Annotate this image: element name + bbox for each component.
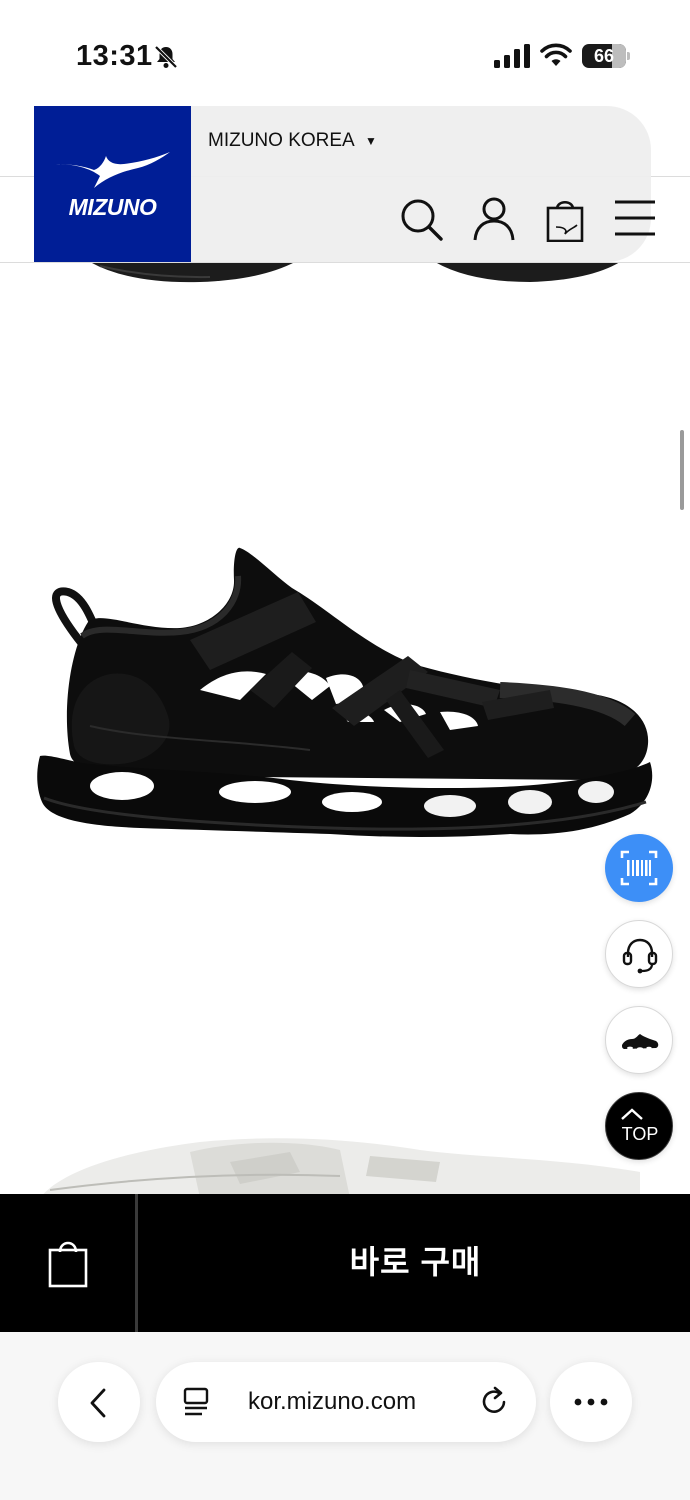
signal-icon <box>494 44 530 68</box>
recent-product-button[interactable] <box>605 1006 673 1074</box>
barcode-scan-icon <box>620 850 658 886</box>
mizuno-logo[interactable]: MIZUNO <box>34 106 191 262</box>
wifi-icon <box>540 43 572 66</box>
recent-product-icon <box>622 1034 659 1050</box>
search-icon[interactable] <box>399 196 443 242</box>
account-icon[interactable] <box>472 196 516 242</box>
product-image-black-shoe[interactable] <box>30 540 660 850</box>
battery-icon: 66 <box>582 44 630 68</box>
region-caret-icon[interactable]: ▼ <box>365 134 377 148</box>
bell-slash-icon <box>154 45 178 69</box>
battery-level: 66 <box>593 46 615 66</box>
top-label: TOP <box>621 1124 659 1144</box>
reader-icon[interactable] <box>182 1387 210 1417</box>
customer-support-button[interactable] <box>605 920 673 988</box>
scroll-indicator[interactable] <box>680 430 684 510</box>
shopping-bag-icon[interactable] <box>543 196 587 242</box>
url-text[interactable]: kor.mizuno.com <box>248 1362 416 1442</box>
site-header: MIZUNO MIZUNO KOREA ▼ <box>0 106 690 264</box>
purchase-bar: 바로 구매 <box>0 1194 690 1332</box>
back-button[interactable] <box>58 1362 140 1442</box>
buy-now-button[interactable]: 바로 구매 <box>141 1194 690 1332</box>
menu-icon[interactable] <box>613 196 657 242</box>
headset-icon <box>622 938 658 974</box>
scroll-to-top-button[interactable]: TOP <box>605 1092 673 1160</box>
address-bar[interactable]: kor.mizuno.com <box>156 1362 536 1442</box>
add-to-cart-button[interactable] <box>0 1194 138 1332</box>
logo-wordmark: MIZUNO <box>68 194 157 220</box>
shopping-bag-icon <box>48 1241 88 1288</box>
chevron-up-icon <box>621 1108 643 1120</box>
barcode-scan-button[interactable] <box>605 834 673 902</box>
reload-icon[interactable] <box>480 1386 510 1418</box>
more-options-button[interactable] <box>550 1362 632 1442</box>
region-selector[interactable]: MIZUNO KOREA <box>208 130 355 152</box>
status-time: 13:31 <box>76 40 153 72</box>
back-arrow-icon <box>90 1388 106 1418</box>
more-icon <box>574 1398 608 1406</box>
next-product-image <box>40 1138 640 1198</box>
status-bar: 13:31 66 <box>0 0 690 106</box>
header-panel: MIZUNO KOREA ▼ <box>191 106 655 262</box>
runbird-icon <box>56 152 170 188</box>
browser-toolbar: kor.mizuno.com <box>0 1332 690 1500</box>
